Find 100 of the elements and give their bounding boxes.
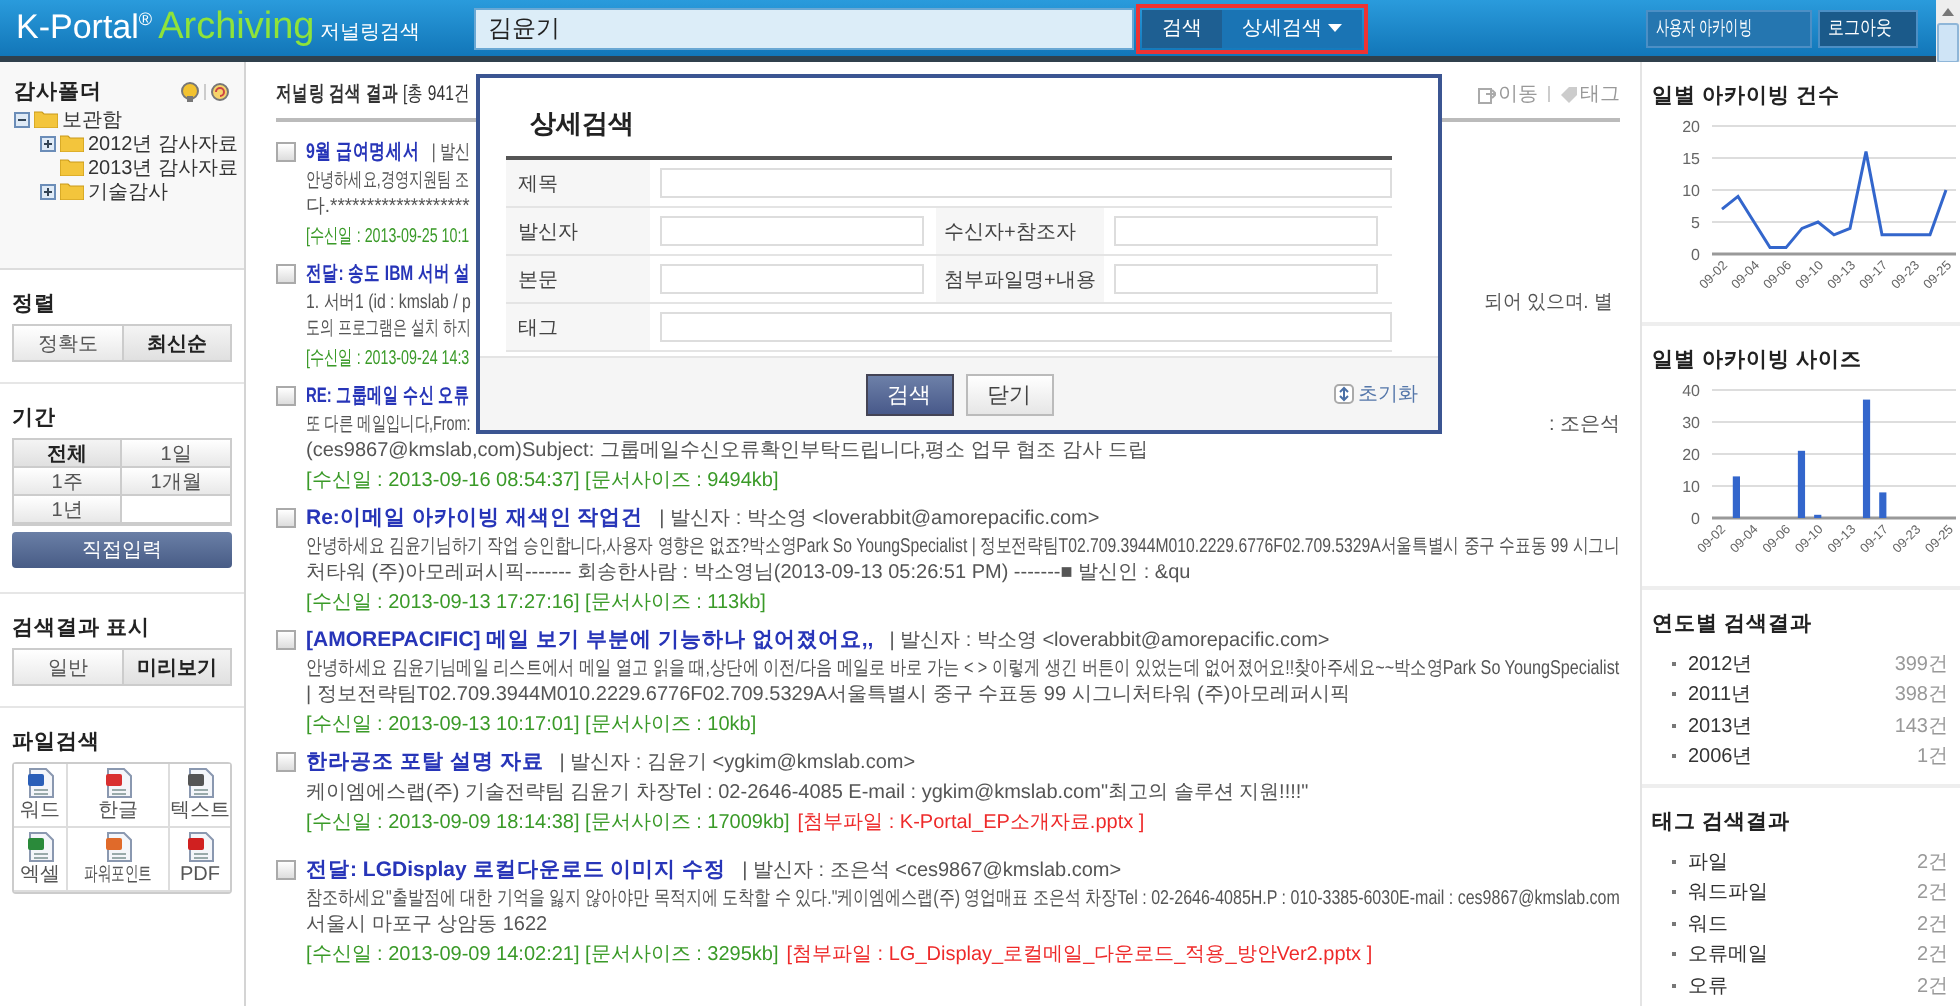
text-document-icon [187,768,213,798]
expand-icon[interactable] [40,183,56,199]
checkbox[interactable] [276,142,296,162]
checkbox[interactable] [276,860,296,880]
period-option[interactable]: 전체 [14,440,122,468]
caret-icon [1328,24,1342,32]
folder-label[interactable]: 보관함 [62,105,122,133]
advanced-search-button[interactable]: 상세검색 [1222,9,1362,47]
reset-button[interactable]: 초기화 [1334,380,1418,408]
axis-tick-label: 10 [1682,478,1700,496]
input-field[interactable] [660,216,924,246]
checkbox[interactable] [276,264,296,284]
result-title-link[interactable]: 9월 급여명세서 [306,138,420,166]
list-item-link[interactable]: 2011년 [1688,680,1752,709]
vertical-scrollbar[interactable] [1936,0,1960,62]
checkbox[interactable] [276,630,296,650]
list-item-link[interactable]: 2013년 [1688,711,1753,740]
checkbox[interactable] [276,386,296,406]
checkbox[interactable] [276,752,296,772]
snippet-text: 도의 프로그램은 설치 하지 [306,315,471,341]
search-button[interactable]: 검색 [1142,9,1222,47]
axis-tick-label: 10 [1682,182,1700,200]
attachment-text: [첨부파일 : LG_Display_로컬메일_다운로드_적용_방안Ver2.pptx ] [786,942,1373,968]
display-option[interactable]: 일반 [14,650,121,684]
expand-icon[interactable] [40,135,56,151]
file-type-button[interactable]: PDF [170,828,230,892]
result-title-link[interactable]: 전달: 송도 IBM 서버 설 [306,260,471,288]
result-title-link[interactable]: 한라공조 포탈 설명 자료 [306,748,544,776]
result-title-link[interactable]: [AMOREPACIFIC] 메일 보기 부분에 기능하나 없어졌어요,, [306,626,874,654]
received-info-text: [수신일 : 2013-09-09 18:14:38] [문서사이즈 : 17009kb] [306,810,790,836]
list-item-link[interactable]: 오류 [1688,971,1728,1000]
received-info-text: [수신일 : 2013-09-24 14:3 [306,346,470,372]
display-option[interactable]: 미리보기 [121,650,230,684]
close-button[interactable]: 닫기 [965,373,1053,415]
section-title: 정렬 [12,290,58,318]
bar [1862,399,1871,518]
custom-range-button[interactable]: 직접입력 [12,532,232,568]
list-item-link[interactable]: 오류메일 [1688,940,1768,969]
excel-document-icon [27,832,53,862]
section-title: 태그 검색결과 [1652,808,1792,836]
results-heading: 저널링 검색 결과 [총 941건 [276,80,471,108]
list-item-link[interactable]: 워드파일 [1688,878,1768,907]
snippet-text: : 조은석 [1548,411,1620,437]
result-title-link[interactable]: Re:이메일 아카이빙 재색인 작업건 [306,504,644,532]
file-type-button[interactable]: 텍스트 [170,764,230,828]
snippet-text: 케이엠에스랩(주) 기술전략팀 김윤기 차장Tel : 02-2646-4085 E-mail : ygkim@kmslab.com"최고의 솔루션 지원!!!!" [306,779,1309,805]
file-type-button[interactable]: 파워포인트 [68,828,170,892]
word-document-icon [27,768,53,798]
count-text: 398건 [1894,682,1948,709]
bulb-icon[interactable] [180,82,200,102]
period-option[interactable]: 1주 [14,468,122,496]
dialog-title: 상세검색 [528,106,636,142]
count-text: 143건 [1894,713,1948,740]
sender-text: | 발신자 : 김윤기 <ygkim@kmslab.com> [559,750,916,776]
count-text: 399건 [1894,651,1948,678]
search-button[interactable]: 검색 [865,373,953,415]
collapse-icon[interactable] [14,111,30,127]
axis-tick-label: 15 [1682,150,1700,168]
sender-text: | 발신자 : 조은석 <ces9867@kmslab.com> [742,858,1122,884]
input-field[interactable] [659,168,1392,198]
snippet-text: 1. 서버1 (id : kmslab / p [306,289,471,315]
snippet-text: 참조하세요"출발점에 대한 기억을 잃지 않아야만 목적지에 도착할 수 있다."케이엠에스랩(주) 영업매표 조은석 차장Tel : 02-2646-4085H.P : 010-3385-6030E-mail : ces9867@kmslab.com [306,885,1620,911]
snippet-text: 안녕하세요,경영지원팀 조 [306,167,470,193]
input-field[interactable] [660,264,924,294]
folder-label[interactable]: 2013년 감사자료 [88,153,239,181]
period-option[interactable]: 1일 [122,440,230,468]
user-archiving-button[interactable]: 사용자 아카이빙 [1646,9,1812,47]
received-info-text: [수신일 : 2013-09-09 14:02:21] [문서사이즈 : 3295kb] [306,942,779,968]
attachment-text: [첨부파일 : K-Portal_EP소개자료.pptx ] [797,810,1145,836]
input-field[interactable] [1114,216,1378,246]
result-title-link[interactable]: RE: 그룹메일 수신 오류 [306,382,470,410]
list-item-link[interactable]: 2006년 [1688,742,1753,771]
snippet-text: 또 다른 메일입니다,From: [306,411,471,437]
folder-icon [34,110,58,128]
checkbox[interactable] [276,508,296,528]
refresh-icon[interactable] [210,82,230,102]
logout-button[interactable]: 로그아웃 [1818,9,1918,47]
period-option[interactable]: 1년 [14,496,122,524]
sort-option[interactable]: 정확도 [14,326,121,360]
result-title-link[interactable]: 전달: LGDisplay 로컬다운로드 이미지 수정 [306,856,727,884]
folder-label[interactable]: 2012년 감사자료 [88,129,239,157]
search-field[interactable]: 김윤기 [474,7,1134,49]
sort-option[interactable]: 최신순 [121,326,230,360]
reset-icon [1334,384,1354,404]
move-icon [1478,85,1496,103]
input-field[interactable] [659,312,1392,342]
bar [1797,450,1806,518]
axis-tick-label: 0 [1691,246,1700,264]
list-item-link[interactable]: 워드 [1688,909,1728,938]
powerpoint-document-icon [105,832,131,862]
logo-brand: K-Portal$^{®}$ [16,8,153,48]
file-type-button[interactable]: 한글 [68,764,170,828]
received-info-text: [수신일 : 2013-09-25 10:1 [306,224,470,250]
file-type-button[interactable]: 엑셀 [14,828,68,892]
file-type-button[interactable]: 워드 [14,764,68,828]
list-item-link[interactable]: 2012년 [1688,649,1753,678]
list-item-link[interactable]: 파일 [1688,847,1728,876]
input-field[interactable] [1114,264,1378,294]
period-option[interactable]: 1개월 [122,468,230,496]
folder-label[interactable]: 기술감사 [88,177,168,205]
